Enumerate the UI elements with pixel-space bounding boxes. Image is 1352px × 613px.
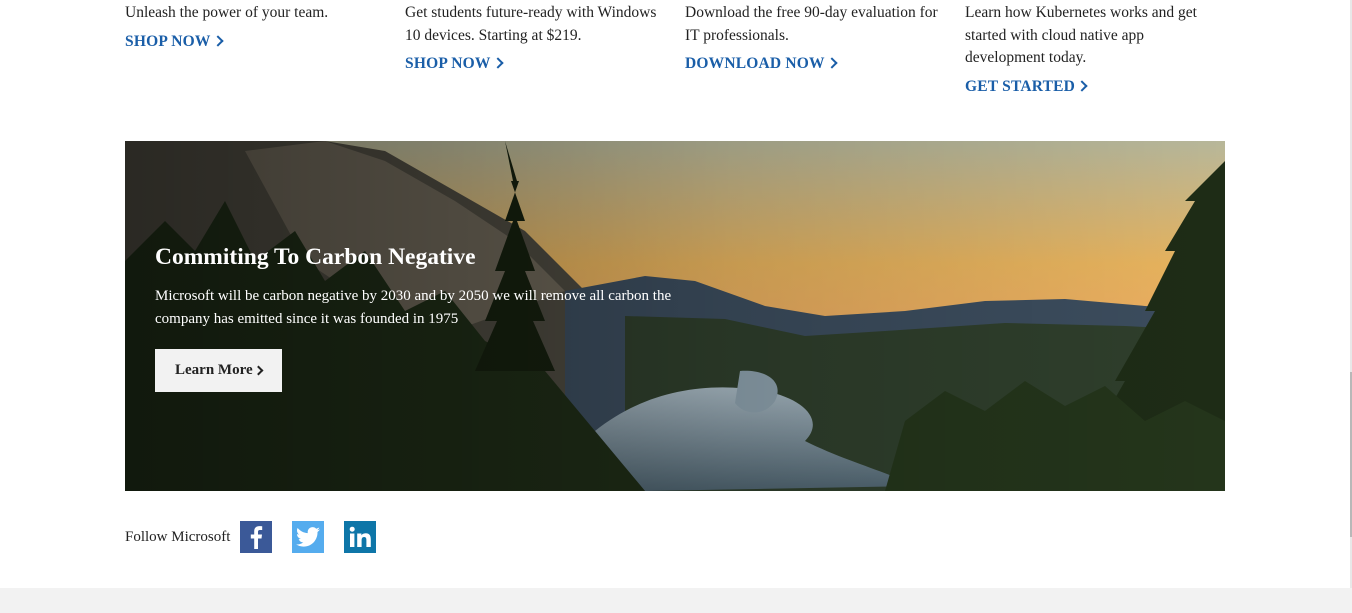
chevron-right-icon	[253, 365, 264, 376]
chevron-right-icon	[211, 34, 224, 47]
hero-content: Commiting To Carbon Negative Microsoft w…	[155, 241, 675, 392]
promo-card-text: Learn how Kubernetes works and get start…	[965, 4, 1197, 66]
twitter-icon[interactable]	[292, 521, 325, 553]
facebook-glyph	[251, 526, 263, 549]
promo-card-4: Learn how Kubernetes works and get start…	[965, 2, 1225, 96]
linkedin-icon[interactable]	[344, 521, 377, 553]
footer-band	[0, 588, 1352, 613]
learn-more-button[interactable]: Learn More	[155, 349, 282, 392]
hero-title: Commiting To Carbon Negative	[155, 244, 476, 270]
follow-microsoft: Follow Microsoft	[125, 521, 396, 553]
twitter-glyph	[296, 527, 321, 547]
promo-card-2: Get students future-ready with Windows 1…	[405, 2, 665, 73]
carbon-negative-hero: Commiting To Carbon Negative Microsoft w…	[125, 141, 1225, 491]
chevron-right-icon	[1076, 79, 1088, 92]
link-label: GET STARTED	[965, 77, 1076, 95]
chevron-right-icon	[491, 57, 504, 69]
facebook-icon[interactable]	[240, 521, 273, 553]
hero-body: Microsoft will be carbon negative by 203…	[155, 288, 672, 327]
link-label: SHOP NOW	[405, 55, 491, 72]
shop-now-link[interactable]: SHOP NOW	[405, 55, 504, 73]
promo-cards: Unleash the power of your team. SHOP NOW…	[125, 0, 1225, 110]
button-label: Learn More	[175, 362, 253, 378]
promo-card-1: Unleash the power of your team. SHOP NOW	[125, 2, 385, 51]
chevron-right-icon	[826, 57, 838, 69]
promo-card-text: Download the free 90-day evaluation for …	[685, 4, 938, 44]
linkedin-glyph	[350, 526, 372, 547]
follow-label: Follow Microsoft	[125, 528, 231, 545]
get-started-link[interactable]: GET STARTED	[965, 77, 1088, 96]
link-label: SHOP NOW	[125, 32, 211, 50]
link-label: DOWNLOAD NOW	[685, 55, 825, 72]
promo-card-text: Get students future-ready with Windows 1…	[405, 4, 657, 44]
promo-card-text: Unleash the power of your team.	[125, 4, 329, 21]
shop-now-link[interactable]: SHOP NOW	[125, 32, 224, 51]
download-now-link[interactable]: DOWNLOAD NOW	[685, 55, 838, 73]
promo-card-3: Download the free 90-day evaluation for …	[685, 2, 945, 73]
